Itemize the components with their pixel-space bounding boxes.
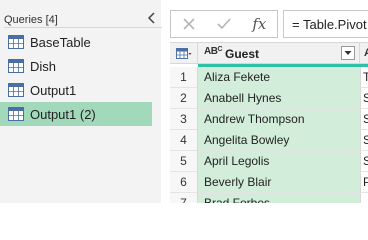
- row-number[interactable]: 2: [170, 88, 198, 109]
- formula-text: = Table.Pivot: [292, 17, 367, 32]
- table-icon: [8, 59, 24, 73]
- row-number[interactable]: 4: [170, 130, 198, 151]
- confirm-formula-button[interactable]: [206, 11, 241, 37]
- chevron-down-icon: [344, 51, 352, 55]
- query-item[interactable]: BaseTable: [0, 30, 152, 54]
- grid-rows: 1 Aliza Fekete T 2 Anabell Hynes S 3 Andrew Tho…: [170, 67, 368, 203]
- next-column-cell[interactable]: S: [361, 130, 368, 151]
- table-icon: [8, 35, 24, 49]
- guest-cell[interactable]: Anabell Hynes: [198, 88, 361, 109]
- row-number[interactable]: 6: [170, 172, 198, 193]
- data-grid: ABC Guest A 1 Aliza Fekete T 2 Anabell Hynes…: [170, 42, 368, 203]
- guest-cell[interactable]: Beverly Blair: [198, 172, 361, 193]
- query-label: Dish: [30, 58, 57, 74]
- row-number[interactable]: 1: [170, 67, 198, 88]
- query-item[interactable]: Output1 (2): [0, 102, 152, 126]
- query-label: Output1 (2): [30, 106, 96, 122]
- insert-function-button[interactable]: fx: [242, 11, 277, 37]
- guest-cell[interactable]: Aliza Fekete: [198, 67, 361, 88]
- query-item[interactable]: Dish: [0, 54, 152, 78]
- table-row: 1 Aliza Fekete T: [170, 67, 368, 88]
- text-type-icon[interactable]: ABC: [204, 46, 222, 57]
- guest-cell[interactable]: Angelita Bowley: [198, 130, 361, 151]
- grid-header: ABC Guest A: [170, 42, 368, 64]
- column-header-guest[interactable]: ABC Guest: [198, 43, 360, 64]
- table-row: 2 Anabell Hynes S: [170, 88, 368, 109]
- table-menu-icon: [175, 47, 191, 59]
- chevron-left-icon: [147, 12, 155, 24]
- queries-divider: [4, 27, 162, 28]
- formula-tools: fx: [170, 10, 278, 38]
- table-row: 4 Angelita Bowley S: [170, 130, 368, 151]
- formula-input[interactable]: = Table.Pivot: [283, 10, 368, 38]
- formula-bar: fx = Table.Pivot: [170, 10, 368, 38]
- column-filter-button[interactable]: [341, 46, 355, 60]
- query-list: BaseTable Dish Output1 Output1 (2): [0, 30, 152, 126]
- close-icon: [183, 18, 195, 30]
- query-label: BaseTable: [30, 34, 91, 50]
- table-icon: [8, 107, 24, 121]
- column-title-next: A: [364, 47, 368, 59]
- row-number[interactable]: 7: [170, 193, 198, 203]
- table-row: 5 April Legolis S: [170, 151, 368, 172]
- table-menu-button[interactable]: [170, 43, 198, 64]
- next-column-cell[interactable]: T: [361, 67, 368, 88]
- guest-cell[interactable]: Andrew Thompson: [198, 109, 361, 130]
- row-number[interactable]: 3: [170, 109, 198, 130]
- fx-icon: fx: [252, 15, 267, 33]
- next-column-cell[interactable]: S: [361, 109, 368, 130]
- column-title: Guest: [225, 47, 260, 61]
- row-number[interactable]: 5: [170, 151, 198, 172]
- column-header-next[interactable]: A: [361, 43, 368, 64]
- next-column-cell[interactable]: [361, 193, 368, 203]
- guest-cell[interactable]: April Legolis: [198, 151, 361, 172]
- queries-header: Queries [4]: [4, 14, 58, 26]
- next-column-cell[interactable]: P: [361, 172, 368, 193]
- table-row: 7 Brad Forbes: [170, 193, 368, 203]
- table-row: 6 Beverly Blair P: [170, 172, 368, 193]
- next-column-cell[interactable]: S: [361, 151, 368, 172]
- check-icon: [217, 18, 231, 30]
- guest-cell[interactable]: Brad Forbes: [198, 193, 361, 203]
- table-icon: [8, 83, 24, 97]
- next-column-cell[interactable]: S: [361, 88, 368, 109]
- query-item[interactable]: Output1: [0, 78, 152, 102]
- collapse-pane-button[interactable]: [143, 9, 161, 27]
- table-row: 3 Andrew Thompson S: [170, 109, 368, 130]
- query-label: Output1: [30, 82, 77, 98]
- queries-pane: Queries [4] BaseTable Dish Output1 Output1 …: [0, 0, 162, 203]
- cancel-formula-button[interactable]: [171, 11, 206, 37]
